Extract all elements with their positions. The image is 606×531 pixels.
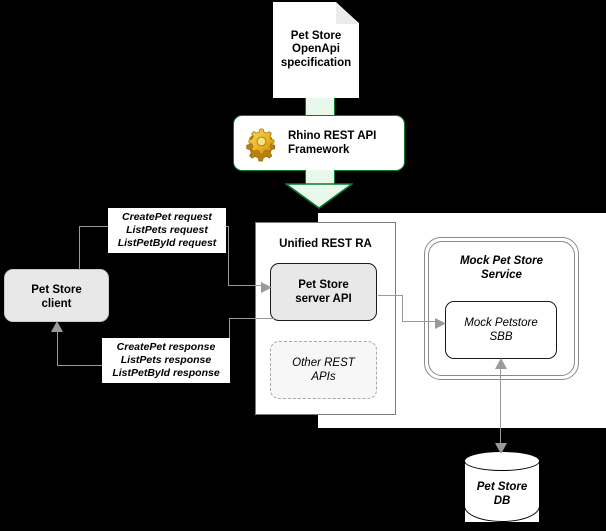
- other-rest-apis-label: Other REST APIs: [270, 353, 377, 389]
- mock-petstore-sbb-label: Mock Petstore SBB: [445, 313, 557, 349]
- mock-title-line-1: Mock Pet Store: [459, 255, 544, 268]
- db-line-1: Pet Store: [476, 481, 528, 494]
- arrowhead-sbb-to-db: [495, 441, 507, 459]
- arrowhead-db-to-sbb: [495, 357, 507, 375]
- arrowhead-response-to-client: [51, 320, 63, 338]
- openapi-spec-label: Pet Store OpenApi specification: [273, 22, 359, 78]
- response-line-3: ListPetById response: [112, 366, 220, 379]
- sbb-line-2: SBB: [489, 331, 513, 343]
- doc-line-2: OpenApi: [292, 43, 340, 56]
- arrow-framework-to-ra-shaft: [305, 170, 335, 184]
- framework-line-1: Rhino REST API: [288, 130, 377, 143]
- response-line-1: CreatePet response: [116, 341, 216, 354]
- connector-api-to-sbb-horizontal: [378, 295, 403, 297]
- pet-store-client-label: Pet Store client: [4, 281, 109, 315]
- request-line-3: ListPetById request: [117, 236, 217, 249]
- arrowhead-api-to-sbb: [435, 316, 447, 334]
- unified-rest-ra-title: Unified REST RA: [258, 237, 393, 253]
- framework-line-2: Framework: [288, 144, 350, 156]
- ra-title-text: Unified REST RA: [279, 238, 372, 251]
- client-line-1: Pet Store: [31, 284, 82, 297]
- request-line-1: CreatePet request: [122, 211, 212, 224]
- pet-store-db-label: Pet Store DB: [464, 478, 540, 512]
- response-edge-label: CreatePet response ListPets response Lis…: [102, 338, 230, 383]
- db-line-2: DB: [493, 495, 511, 507]
- connector-response-out-of-api: [229, 318, 274, 320]
- gear-icon: [239, 124, 283, 168]
- document-fold-corner-icon: [336, 2, 359, 24]
- connector-api-to-sbb-vertical: [402, 295, 404, 322]
- arrow-spec-to-framework: [305, 98, 335, 116]
- connector-request-vertical-right: [228, 226, 230, 286]
- mock-pet-store-service-title: Mock Pet Store Service: [430, 252, 573, 286]
- rhino-framework-label: Rhino REST API Framework: [288, 126, 400, 162]
- server-api-line-1: Pet Store: [298, 279, 349, 292]
- connector-request-into-api: [228, 285, 264, 287]
- request-edge-label: CreatePet request ListPets request ListP…: [108, 208, 226, 253]
- pet-store-server-api-label: Pet Store server API: [270, 275, 377, 311]
- sbb-line-1: Mock Petstore: [464, 317, 538, 330]
- request-line-2: ListPets request: [126, 224, 208, 237]
- other-apis-line-2: APIs: [311, 371, 336, 383]
- other-apis-line-1: Other REST: [292, 357, 355, 370]
- arrowhead-request-to-server-api: [261, 280, 273, 298]
- connector-api-to-sbb-into: [402, 321, 438, 323]
- response-line-2: ListPets response: [120, 354, 212, 367]
- diagram-canvas: Pet Store OpenApi specification Rhino RE…: [0, 0, 606, 531]
- client-line-2: client: [41, 298, 72, 310]
- connector-sbb-to-db: [500, 365, 502, 450]
- mock-title-line-2: Service: [481, 269, 522, 281]
- arrow-framework-to-ra-head: [283, 183, 355, 209]
- doc-line-1: Pet Store: [290, 29, 342, 42]
- doc-line-3: specification: [280, 56, 352, 69]
- connector-request-vertical-left: [79, 226, 81, 270]
- server-api-line-2: server API: [295, 293, 352, 305]
